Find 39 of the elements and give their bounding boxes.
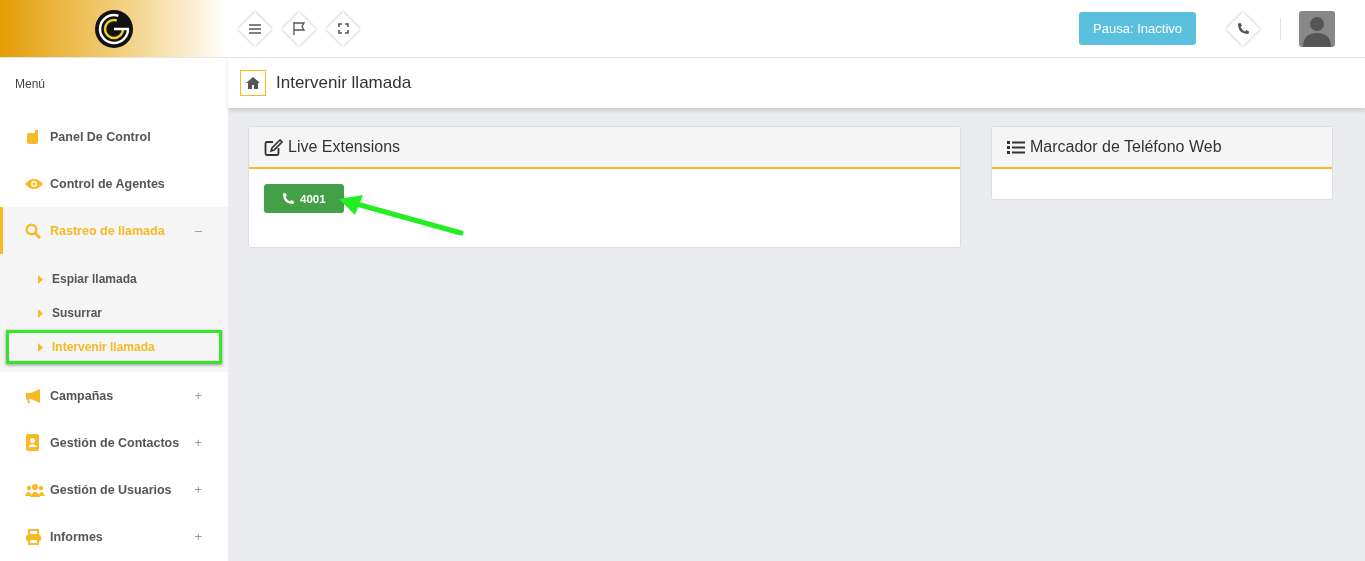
fullscreen-icon	[337, 23, 349, 34]
extension-button[interactable]: 4001	[264, 184, 344, 213]
caret-icon	[38, 308, 43, 318]
home-button[interactable]	[240, 70, 266, 96]
logo-icon	[94, 8, 134, 49]
avatar-icon[interactable]	[1299, 10, 1335, 47]
printer-icon	[25, 528, 42, 545]
fullscreen-button[interactable]	[327, 12, 359, 45]
menu-icon	[249, 23, 261, 34]
flag-button[interactable]	[283, 12, 315, 45]
collapse-toggle[interactable]: –	[194, 223, 202, 238]
home-icon	[246, 77, 260, 89]
menu-button[interactable]	[239, 12, 271, 45]
expand-toggle[interactable]: +	[194, 435, 202, 450]
submenu-item[interactable]: Susurrar	[6, 296, 222, 330]
submenu-item[interactable]: Espiar llamada	[6, 262, 222, 296]
menu-item[interactable]: Rastreo de llamada –	[0, 207, 228, 254]
expand-toggle[interactable]: +	[194, 388, 202, 403]
contact-card-icon	[25, 434, 41, 451]
list-icon	[1007, 139, 1025, 155]
edit-icon	[264, 138, 283, 156]
panel-title: Live Extensions	[288, 138, 401, 156]
flag-icon	[293, 22, 305, 35]
page-title: Intervenir llamada	[276, 73, 412, 93]
caret-icon	[38, 342, 43, 352]
phone-button[interactable]	[1227, 12, 1259, 45]
phone-icon	[1236, 22, 1250, 35]
search-icon	[25, 222, 41, 239]
tablet-icon	[25, 128, 41, 145]
users-icon	[25, 482, 45, 497]
expand-toggle[interactable]: +	[194, 529, 202, 544]
megaphone-icon	[25, 387, 43, 404]
menu-heading: Menú	[14, 76, 47, 93]
phone-icon	[282, 192, 295, 205]
caret-icon	[38, 274, 43, 284]
expand-toggle[interactable]: +	[194, 482, 202, 497]
eye-icon	[25, 177, 43, 190]
pause-status-button[interactable]: Pausa: Inactivo	[1079, 12, 1196, 45]
panel-title: Marcador de Teléfono Web	[1030, 138, 1222, 156]
